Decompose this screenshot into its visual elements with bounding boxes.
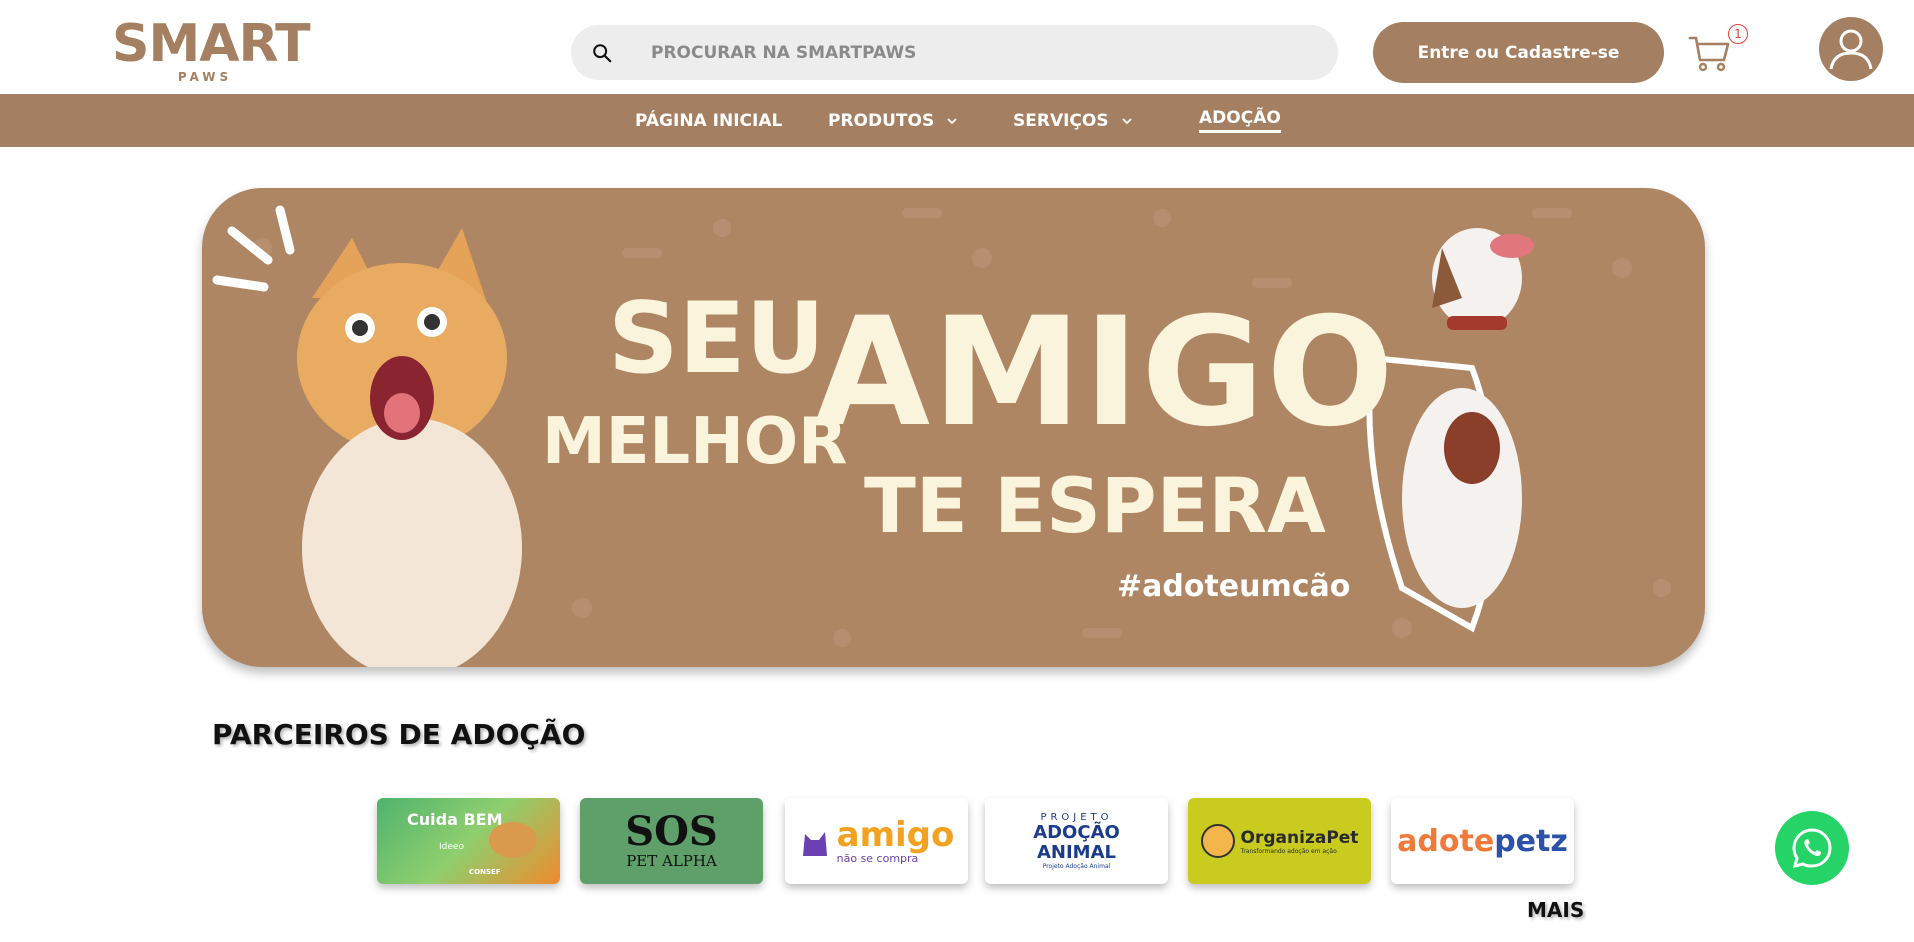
partner-sub: PET ALPHA [626, 852, 717, 870]
partner-sub: ADOÇÃO ANIMAL [1033, 822, 1120, 863]
partner-amigo-nao-se-compra[interactable]: amigo não se compra [785, 798, 968, 884]
banner-line-melhor: MELHOR [542, 405, 848, 479]
partner-adote-petz[interactable]: adote petz [1391, 798, 1574, 884]
partner-name: Cuida BEM [407, 810, 503, 829]
partner-organizapet[interactable]: OrganizaPet Transformando adoção em ação [1188, 798, 1371, 884]
banner-line-espera: TE ESPERA [864, 461, 1326, 550]
banner-line-amigo: AMIGO [814, 286, 1396, 460]
more-partners-link[interactable]: MAIS [1527, 898, 1584, 922]
search-icon[interactable] [591, 42, 613, 64]
nav-item-label: ADOÇÃO [1199, 108, 1281, 133]
nav-item-label: PÁGINA INICIAL [635, 110, 783, 131]
login-signup-button[interactable]: Entre ou Cadastre-se [1373, 22, 1664, 83]
search-bar[interactable] [571, 25, 1338, 80]
partner-foot: Projeto Adoção Animal [1042, 863, 1111, 870]
chevron-down-icon [1121, 117, 1132, 124]
dog-cat-icon [489, 822, 537, 858]
logo-wordmark: SMART [112, 14, 311, 74]
search-input[interactable] [651, 25, 1311, 80]
chevron-down-icon [947, 117, 957, 124]
dog-face-icon [1200, 824, 1235, 858]
partner-name-b: petz [1494, 823, 1568, 859]
nav-item-home[interactable]: PÁGINA INICIAL [635, 94, 782, 147]
nav-item-label: SERVIÇOS [1013, 110, 1109, 131]
partner-cuida-bem[interactable]: Cuida BEM Ideeo CONSEF [377, 798, 560, 884]
cat-illustration [297, 228, 522, 667]
nav-item-label: PRODUTOS [828, 110, 935, 131]
user-avatar[interactable] [1819, 17, 1883, 81]
nav-item-services[interactable]: SERVIÇOS [1013, 94, 1133, 147]
banner-line-seu: SEU [608, 282, 826, 396]
partner-name: SOS [625, 808, 718, 855]
nav-item-adoption[interactable]: ADOÇÃO [1199, 94, 1281, 147]
partner-sub: Transformando adoção em ação [1240, 847, 1337, 855]
login-signup-label: Entre ou Cadastre-se [1417, 42, 1620, 63]
partner-sos-pet-alpha[interactable]: SOS PET ALPHA [580, 798, 763, 884]
nav-item-products[interactable]: PRODUTOS [828, 94, 958, 147]
whatsapp-icon [1792, 828, 1832, 869]
cart-count-badge: 1 [1728, 24, 1748, 44]
burst-lines [212, 205, 295, 292]
partner-name: OrganizaPet [1240, 827, 1359, 848]
cat-icon [802, 832, 827, 856]
partner-name-a: adote [1397, 823, 1495, 859]
main-nav: PÁGINA INICIAL PRODUTOS SERVIÇOS ADOÇÃO [0, 94, 1914, 147]
partner-note: CONSEF [469, 868, 501, 876]
partner-projeto-adocao-animal[interactable]: PROJETO ADOÇÃO ANIMAL Projeto Adoção Ani… [985, 798, 1168, 884]
partner-name: amigo [836, 814, 955, 855]
partner-tag: Ideeo [439, 842, 464, 852]
adoption-hero-banner[interactable]: SEU MELHOR AMIGO TE ESPERA #adoteumcão [202, 188, 1705, 667]
cart-icon[interactable] [1688, 30, 1732, 74]
site-header: SMART PAWS Entre ou Cadastre-se 1 [0, 0, 1914, 94]
partners-title: PARCEIROS DE ADOÇÃO [212, 718, 586, 751]
user-icon [1829, 29, 1873, 70]
smartpaws-logo[interactable]: SMART PAWS [112, 14, 311, 90]
banner-hashtag: #adoteumcão [1117, 569, 1351, 604]
whatsapp-chat-button[interactable] [1775, 811, 1849, 885]
